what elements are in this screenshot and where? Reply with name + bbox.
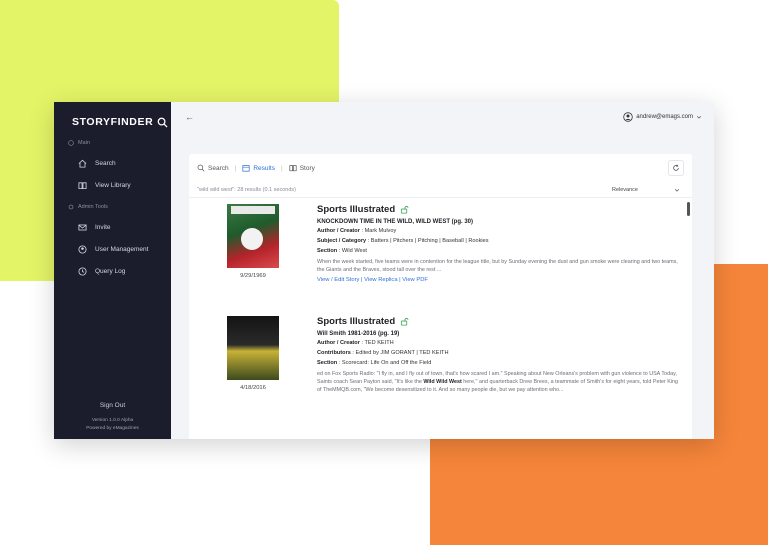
magazine-cover-image [227,316,279,380]
sidebar-item-user-management[interactable]: User Management [54,238,171,260]
sidebar-item-label: Search [95,159,116,167]
back-button[interactable]: ← [185,112,194,122]
result-title[interactable]: Sports Illustrated [317,316,395,327]
brand-name: STORYFINDER [72,116,154,128]
admin-section-label: Admin Tools [54,202,171,212]
chevron-down-icon [696,116,702,119]
sidebar-item-label: View Library [95,181,131,189]
tab-bar: Search | Results | Story [189,154,692,182]
tab-search[interactable]: Search [197,164,229,172]
results-meta-row: "wild wild west": 28 results (0.1 second… [189,182,692,198]
search-icon [157,117,168,128]
tab-separator: | [234,164,237,172]
top-bar: ← andrew@emags.com [171,102,714,132]
result-section: Section : Scorecard: Life On and Off the… [317,360,432,366]
cover-ball-art [241,228,263,250]
result-subject: Subject / Category : Batters | Pitchers … [317,238,489,244]
refresh-button[interactable] [668,160,684,176]
result-headline: Will Smith 1981-2016 (pg. 19) [317,331,400,337]
unlock-icon [401,206,409,214]
sidebar-item-label: User Management [95,245,149,253]
result-snippet: ed on Fox Sports Radio: "I fly in, and I… [317,371,679,393]
tab-story[interactable]: Story [289,164,315,172]
unlock-icon [401,318,409,326]
result-author: Author / Creator : TED KEITH [317,340,394,346]
avatar-icon [623,112,633,122]
result-title-row: Sports Illustrated [317,204,679,215]
gear-icon [68,204,74,210]
book-icon [78,181,87,189]
home-icon [78,159,87,168]
result-snippet: When the week started, five teams were i… [317,259,678,273]
user-menu[interactable]: andrew@emags.com [623,112,702,122]
compass-icon [68,140,74,146]
refresh-icon [673,164,679,171]
clock-icon [78,266,87,276]
result-info: Sports Illustrated KNOCKDOWN TIME IN THE… [317,204,679,283]
mail-icon [78,224,87,230]
sidebar-item-label: Query Log [95,267,126,275]
result-section: Section : Wild West [317,248,367,254]
magazine-cover-image [227,204,279,268]
result-thumbnail[interactable]: 4/18/2016 [225,316,281,391]
result-date: 4/18/2016 [240,385,266,391]
sort-selected: Relevance [612,186,638,193]
main-area: ← andrew@emags.com Search | Results | St… [171,102,714,439]
search-icon [197,164,205,172]
sign-out-link[interactable]: Sign Out [54,402,171,409]
result-links[interactable]: View / Edit Story | View Replica | View … [317,277,679,283]
results-panel: Search | Results | Story "wild wild west… [189,154,692,439]
user-email: andrew@emags.com [636,114,693,120]
tab-results[interactable]: Results [242,164,275,172]
result-date: 9/29/1969 [240,273,266,279]
sidebar-footer: Sign Out Version 1.0.0 Alpha Powered by … [54,402,171,433]
version-text: Version 1.0.0 Alpha [91,418,134,423]
calendar-icon [242,165,250,172]
marketing-stage: STORYFINDER Main Search View Library Adm… [0,0,768,545]
main-section-label: Main [54,138,171,148]
results-list: 9/29/1969 Sports Illustrated KNOCKDOWN T… [189,198,692,438]
cover-masthead-art [231,206,275,214]
sidebar: STORYFINDER Main Search View Library Adm… [54,102,171,439]
result-author: Author / Creator : Mark Mulvoy [317,228,397,234]
sidebar-item-query-log[interactable]: Query Log [54,260,171,282]
user-icon [78,244,87,254]
sort-select[interactable]: Relevance [612,187,684,193]
chevron-down-icon [674,188,680,192]
book-icon [289,165,297,172]
sidebar-item-search[interactable]: Search [54,152,171,174]
result-thumbnail[interactable]: 9/29/1969 [225,204,281,279]
sidebar-item-label: Invite [95,223,111,231]
results-summary: "wild wild west": 28 results (0.1 second… [197,186,296,193]
result-headline: KNOCKDOWN TIME IN THE WILD, WILD WEST (p… [317,219,473,225]
result-title[interactable]: Sports Illustrated [317,204,395,215]
result-info: Sports Illustrated Will Smith 1981-2016 … [317,316,679,394]
sidebar-item-view-library[interactable]: View Library [54,174,171,196]
result-title-row: Sports Illustrated [317,316,679,327]
powered-by-text: Powered by eMagazines [86,426,139,431]
tab-separator: | [281,164,283,172]
sidebar-item-invite[interactable]: Invite [54,216,171,238]
result-contributors: Contributors : Edited by JIM GORANT | TE… [317,350,449,356]
brand-logo[interactable]: STORYFINDER [54,102,171,132]
scrollbar[interactable] [687,202,690,216]
app-window: STORYFINDER Main Search View Library Adm… [54,102,714,439]
